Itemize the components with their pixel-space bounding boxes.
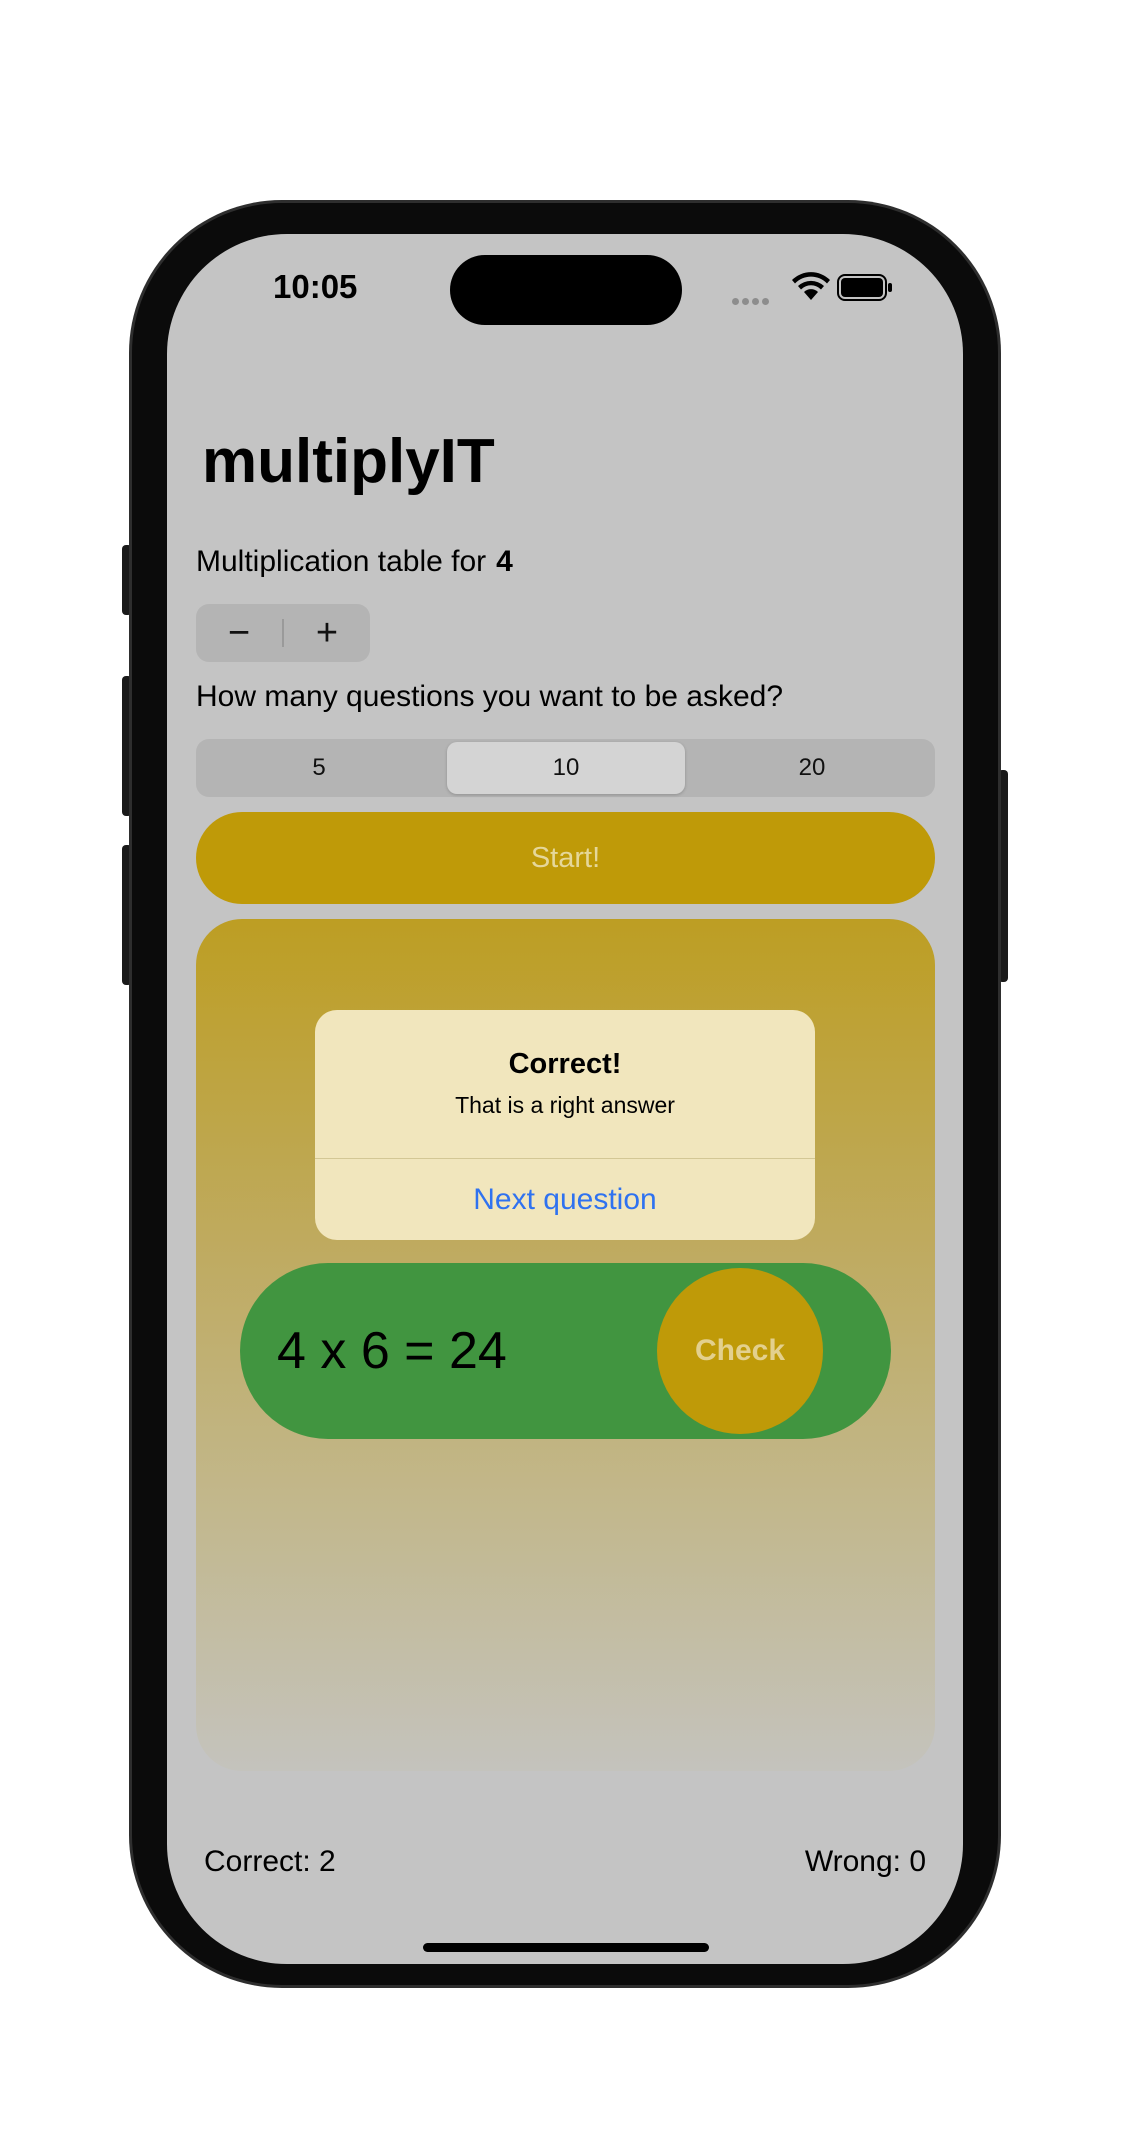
dynamic-island	[450, 255, 682, 325]
multiplication-table-label: Multiplication table for	[196, 545, 487, 578]
segment-20[interactable]: 20	[693, 742, 931, 794]
power-button	[998, 770, 1008, 982]
question-count-label: How many questions you want to be asked?	[196, 680, 784, 713]
multiplication-table-row: Multiplication table for 4	[196, 545, 513, 579]
question-card: 4 x 6 = 24 Check	[240, 1263, 891, 1439]
correct-count: Correct: 2	[204, 1845, 336, 1878]
result-alert: Correct! That is a right answer Next que…	[315, 1010, 815, 1240]
segment-5[interactable]: 5	[200, 742, 438, 794]
check-button[interactable]: Check	[657, 1268, 823, 1434]
start-button[interactable]: Start!	[196, 812, 935, 904]
multiplication-table-value: 4	[496, 545, 513, 578]
app-title: multiplyIT	[202, 427, 495, 496]
battery-icon	[837, 274, 892, 301]
cellular-signal-icon	[732, 292, 772, 310]
equation-text: 4 x 6 = 24	[277, 1322, 507, 1380]
question-count-picker: 5 10 20	[196, 739, 935, 797]
next-question-button[interactable]: Next question	[315, 1159, 815, 1240]
increment-button[interactable]: +	[284, 604, 370, 662]
volume-down-button	[122, 845, 132, 985]
volume-up-button	[122, 676, 132, 816]
alert-message: That is a right answer	[455, 1092, 675, 1118]
decrement-button[interactable]: −	[196, 604, 282, 662]
table-stepper: − +	[196, 604, 370, 662]
status-time: 10:05	[273, 268, 358, 305]
segment-10[interactable]: 10	[447, 742, 685, 794]
wifi-icon	[792, 272, 830, 300]
action-button	[122, 545, 132, 615]
home-indicator[interactable]	[423, 1943, 709, 1952]
phone-screen: 10:05 multiplyIT Multiplication table fo…	[167, 234, 963, 1964]
wrong-count: Wrong: 0	[804, 1845, 926, 1878]
alert-title: Correct!	[508, 1048, 622, 1080]
